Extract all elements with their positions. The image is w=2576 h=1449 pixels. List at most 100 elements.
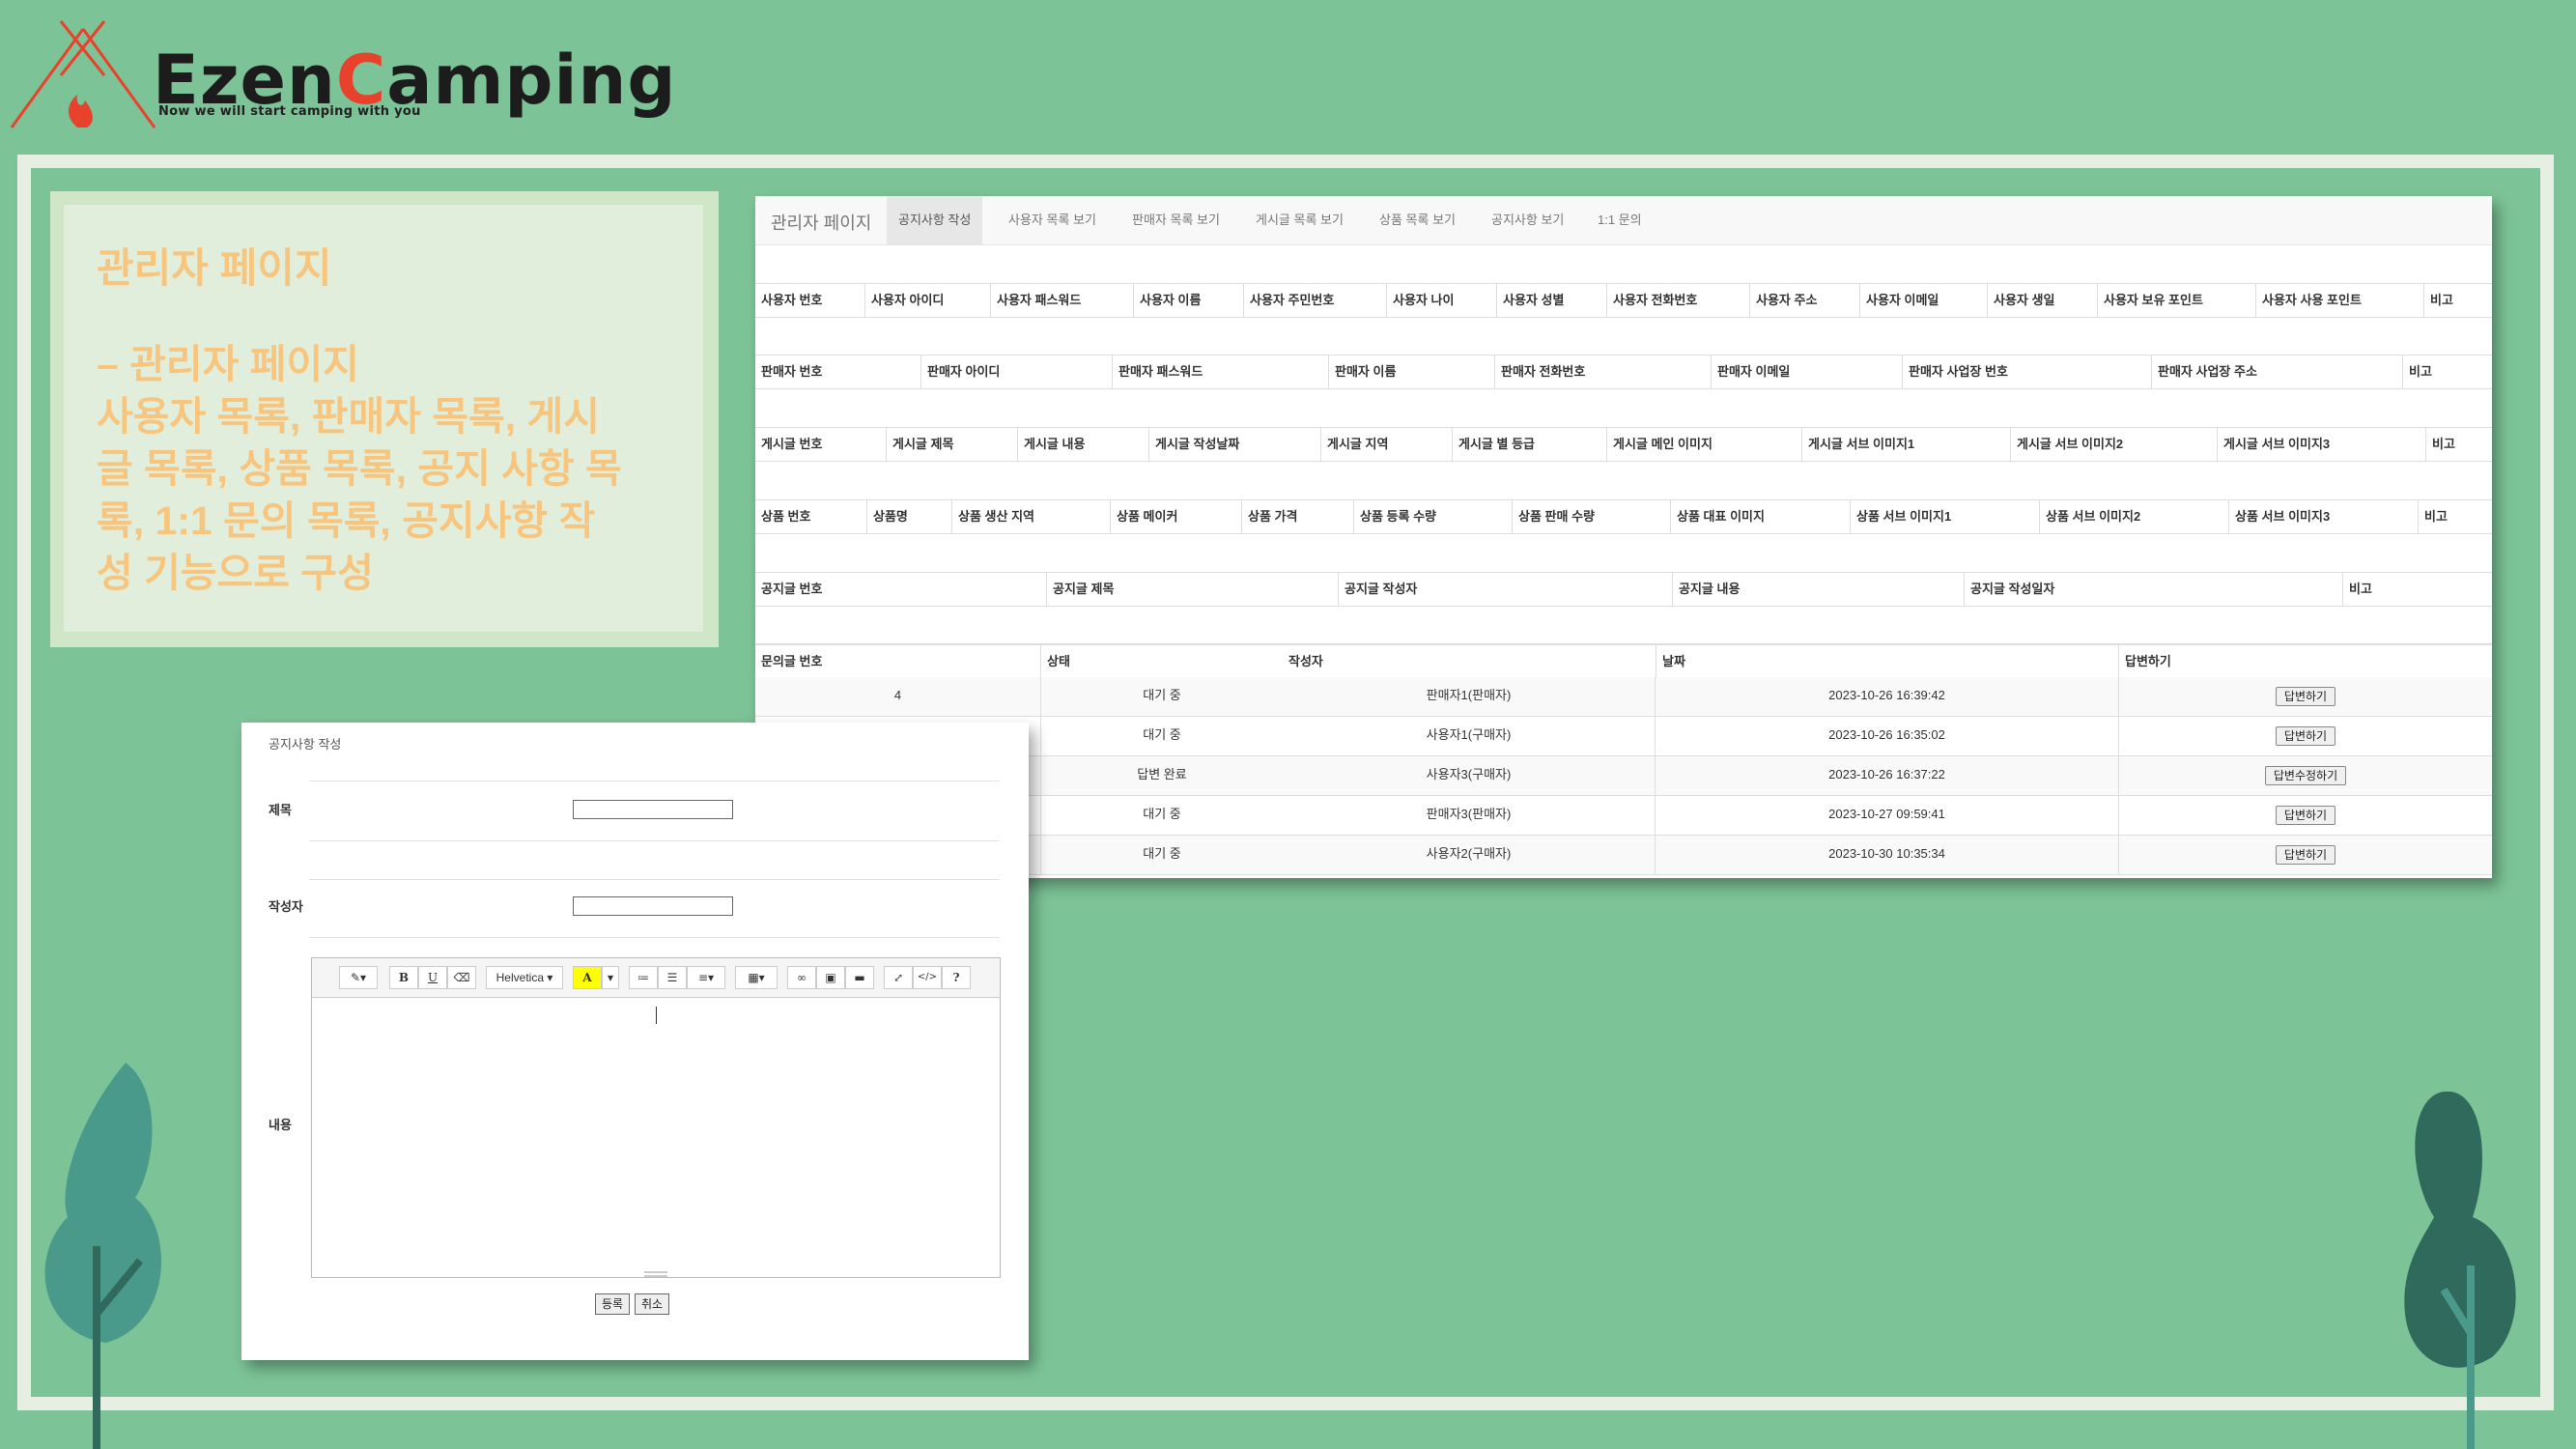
text-color-icon[interactable]: A [573,966,602,989]
table-header-cell: 사용자 나이 [1387,284,1497,317]
tab-post-list[interactable]: 게시글 목록 보기 [1244,196,1355,244]
code-view-icon[interactable]: </> [913,966,942,989]
table-header-cell: 게시글 번호 [755,428,887,461]
tree-right-illustration [2404,1092,2516,1449]
inquiry-no: 4 [755,677,1041,716]
table-header-cell: 사용자 성별 [1497,284,1607,317]
tree-left-illustration [44,1063,162,1449]
help-icon[interactable]: ? [942,966,971,989]
inquiry-author: 사용자3(구매자) [1283,756,1656,795]
inquiry-status: 대기 중 [1143,727,1181,742]
table-header-cell: 공지글 내용 [1673,573,1965,606]
table-header-cell: 판매자 번호 [755,355,921,388]
fullscreen-icon[interactable]: ⤢ [884,966,913,989]
brand-logo: EzenCamping Now we will start camping wi… [8,19,675,135]
logo-tagline: Now we will start camping with you [158,104,421,119]
table-header-cell: 비고 [2430,293,2453,307]
tab-user-list[interactable]: 사용자 목록 보기 [997,196,1108,244]
table-header-cell: 상품 번호 [755,500,867,533]
table-header-cell: 비고 [2349,582,2372,596]
author-field[interactable] [573,896,733,916]
inquiry-author: 판매자3(판매자) [1283,796,1656,835]
inquiry-author: 사용자1(구매자) [1283,717,1656,755]
inquiry-status: 답변 완료 [1137,767,1187,781]
chevron-down-icon[interactable]: ▾ [602,966,619,989]
table-header-cell: 비고 [2432,437,2455,451]
table-header-cell: 판매자 사업장 번호 [1903,355,2152,388]
user-table-header: 사용자 번호 사용자 아이디 사용자 패스워드 사용자 이름 사용자 주민번호 … [755,283,2492,318]
table-header-cell: 게시글 메인 이미지 [1607,428,1802,461]
table-header-cell: 상품 서브 이미지3 [2229,500,2419,533]
table-header-cell: 게시글 지역 [1321,428,1453,461]
edit-answer-button[interactable]: 답변수정하기 [2264,765,2347,785]
inquiry-author: 판매자1(판매자) [1283,677,1656,716]
inquiry-action-cell: 답변하기 [2119,677,2492,716]
inquiry-date: 2023-10-27 09:59:41 [1656,796,2119,835]
table-header-cell: 사용자 아이디 [865,284,991,317]
notice-table-header: 공지글 번호 공지글 제목 공지글 작성자 공지글 내용 공지글 작성일자 비고 [755,572,2492,607]
table-icon[interactable]: ▦▾ [735,966,778,989]
tab-inquiry[interactable]: 1:1 문의 [1586,196,1654,244]
table-header-cell: 판매자 아이디 [921,355,1113,388]
post-table-header: 게시글 번호 게시글 제목 게시글 내용 게시글 작성날짜 게시글 지역 게시글… [755,427,2492,462]
title-field[interactable] [573,800,733,819]
notice-write-form: 공지사항 작성 제목 작성자 내용 ✎▾ B U ⌫ Helvetica ▾ A… [241,723,1029,1360]
inquiry-date: 2023-10-30 10:35:34 [1656,836,2119,874]
table-row: 4 대기 중 판매자1(판매자) 2023-10-26 16:39:42 답변하… [755,677,2492,717]
table-header-cell: 사용자 사용 포인트 [2256,284,2424,317]
bullet-list-icon[interactable]: ≔ [629,966,658,989]
table-header-cell: 사용자 이름 [1134,284,1244,317]
info-line: 록, 1:1 문의 목록, 공지사항 작 [97,498,596,543]
table-header-cell: 사용자 생일 [1988,284,2098,317]
magic-wand-icon[interactable]: ✎▾ [339,966,378,989]
table-header-cell: 게시글 작성날짜 [1149,428,1321,461]
answer-button[interactable]: 답변하기 [2275,725,2336,746]
bold-icon[interactable]: B [389,966,418,989]
inquiry-action-cell: 답변수정하기 [2119,756,2492,795]
eraser-icon[interactable]: ⌫ [447,966,476,989]
table-header-cell: 상품 서브 이미지2 [2040,500,2229,533]
tab-product-list[interactable]: 상품 목록 보기 [1368,196,1467,244]
table-header-cell: 상품명 [867,500,952,533]
table-header-cell: 공지글 번호 [755,573,1047,606]
answer-button[interactable]: 답변하기 [2275,805,2336,825]
tab-notice-write[interactable]: 공지사항 작성 [887,196,983,244]
answer-button[interactable]: 답변하기 [2275,844,2336,865]
table-header-cell: 게시글 제목 [887,428,1018,461]
numbered-list-icon[interactable]: ☰ [658,966,687,989]
table-header-cell: 판매자 전화번호 [1495,355,1712,388]
table-header-cell: 사용자 주소 [1750,284,1860,317]
tab-seller-list[interactable]: 판매자 목록 보기 [1120,196,1231,244]
content-label: 내용 [269,1118,292,1132]
info-line: 글 목록, 상품 목록, 공지 사항 목 [97,446,622,491]
form-heading: 공지사항 작성 [269,737,342,752]
product-table-header: 상품 번호 상품명 상품 생산 지역 상품 메이커 상품 가격 상품 등록 수량… [755,499,2492,534]
underline-icon[interactable]: U [418,966,447,989]
submit-button[interactable]: 등록 [595,1293,631,1315]
seller-table-header: 판매자 번호 판매자 아이디 판매자 패스워드 판매자 이름 판매자 전화번호 … [755,355,2492,389]
video-icon[interactable]: ▬ [845,966,874,989]
info-title: 관리자 페이지 [97,245,332,291]
tab-notice-list[interactable]: 공지사항 보기 [1480,196,1575,244]
link-icon[interactable]: ∞ [787,966,816,989]
divider [309,937,1000,938]
table-header-cell: 답변하기 [2125,654,2171,668]
image-icon[interactable]: ▣ [816,966,845,989]
table-header-cell: 상품 등록 수량 [1354,500,1513,533]
table-header-cell: 공지글 작성자 [1339,573,1673,606]
table-header-cell: 공지글 제목 [1047,573,1339,606]
table-header-cell: 작성자 [1288,654,1323,668]
cancel-button[interactable]: 취소 [635,1293,670,1315]
table-header-cell: 게시글 별 등급 [1453,428,1607,461]
table-header-cell: 상품 대표 이미지 [1671,500,1851,533]
info-body: – 관리자 페이지 사용자 목록, 판매자 목록, 게시 글 목록, 상품 목록… [97,338,681,599]
table-header-cell: 사용자 번호 [755,284,865,317]
resize-handle[interactable] [644,1271,667,1277]
answer-button[interactable]: 답변하기 [2275,686,2336,706]
font-family-dropdown[interactable]: Helvetica ▾ [486,966,563,989]
table-header-cell: 상품 생산 지역 [952,500,1111,533]
nav-brand[interactable]: 관리자 페이지 [771,210,871,235]
table-header-cell: 상품 메이커 [1111,500,1242,533]
align-icon[interactable]: ≡▾ [687,966,725,989]
table-header-cell: 상품 서브 이미지1 [1851,500,2040,533]
